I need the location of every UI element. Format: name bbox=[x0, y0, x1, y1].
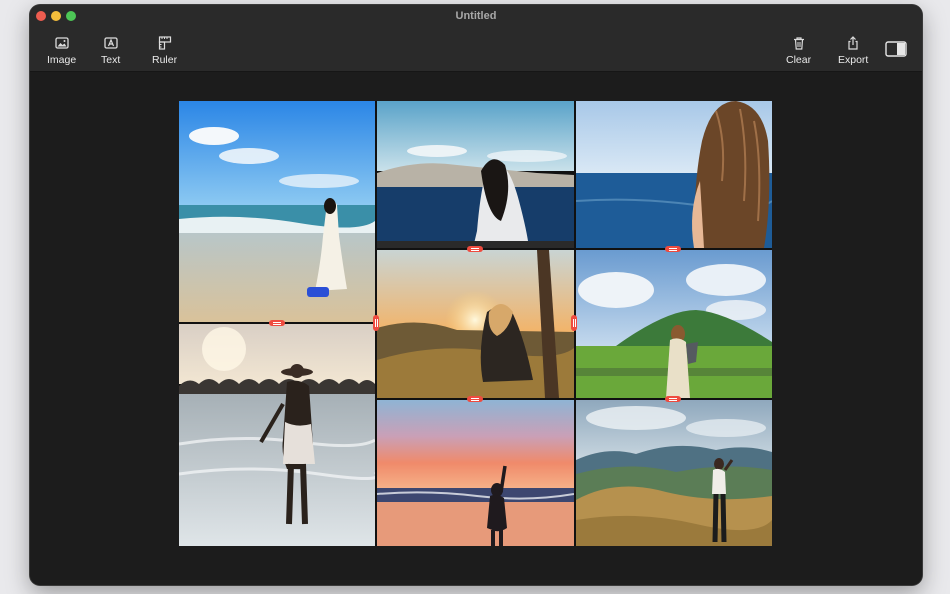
collage-photo-ocean-hair[interactable] bbox=[576, 101, 772, 248]
sidebar-toggle-button[interactable] bbox=[885, 41, 907, 60]
clear-button-label: Clear bbox=[786, 54, 812, 66]
app-window: Untitled Image Text Ruler Clear Export bbox=[30, 5, 922, 585]
share-icon bbox=[848, 36, 858, 50]
resize-handle-column-2[interactable] bbox=[571, 315, 577, 331]
photo-collage bbox=[179, 101, 772, 546]
collage-photo-cliff-view[interactable] bbox=[377, 101, 574, 248]
editor-canvas bbox=[30, 72, 922, 585]
export-button-label: Export bbox=[838, 54, 869, 66]
resize-handle-right-row-1[interactable] bbox=[665, 246, 681, 252]
collage-photo-mountain-valley[interactable] bbox=[576, 400, 772, 546]
collage-photo-sunset-shore[interactable] bbox=[179, 324, 375, 546]
collage-photo-beach-walk[interactable] bbox=[179, 101, 375, 322]
export-button[interactable]: Export bbox=[838, 35, 868, 66]
collage-photo-green-hill[interactable] bbox=[576, 250, 772, 398]
trash-icon bbox=[793, 37, 804, 50]
ruler-button-label: Ruler bbox=[152, 54, 178, 66]
sidebar-toggle-icon bbox=[885, 41, 907, 57]
resize-handle-left-row[interactable] bbox=[269, 320, 285, 326]
collage-photo-pink-sea[interactable] bbox=[377, 400, 574, 546]
ruler-icon bbox=[158, 36, 171, 50]
image-button[interactable]: Image bbox=[47, 35, 76, 66]
collage-photo-golden-sunset[interactable] bbox=[377, 250, 574, 398]
text-box-icon bbox=[103, 37, 118, 49]
text-button[interactable]: Text bbox=[101, 35, 120, 66]
ruler-button[interactable]: Ruler bbox=[152, 35, 177, 66]
image-icon bbox=[54, 37, 69, 49]
text-button-label: Text bbox=[101, 54, 121, 66]
resize-handle-column-1[interactable] bbox=[373, 315, 379, 331]
resize-handle-middle-row-1[interactable] bbox=[467, 246, 483, 252]
window-title: Untitled bbox=[455, 10, 497, 22]
clear-button[interactable]: Clear bbox=[786, 35, 811, 66]
toolbar: Untitled Image Text Ruler Clear Export bbox=[30, 5, 922, 72]
resize-handle-middle-row-2[interactable] bbox=[467, 396, 483, 402]
resize-handle-right-row-2[interactable] bbox=[665, 396, 681, 402]
image-button-label: Image bbox=[47, 54, 77, 66]
